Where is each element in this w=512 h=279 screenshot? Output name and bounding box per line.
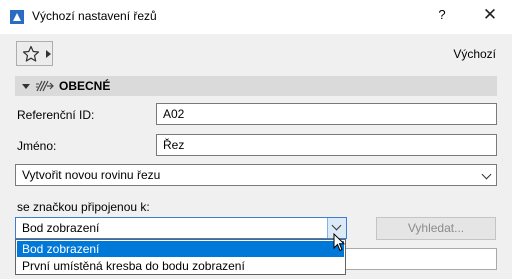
marker-label: se značkou připojenou k: [17,200,150,214]
hidden-field [344,248,497,270]
dropdown-list[interactable]: Bod zobrazení První umístěná kresba do b… [15,239,346,275]
name-label: Jméno: [17,139,57,153]
title-bar: Výchozí nastavení řezů ? ✕ [0,0,512,34]
window-title: Výchozí nastavení řezů [32,9,157,23]
section-title: OBECNÉ [59,79,111,93]
star-icon [22,45,40,62]
default-label: Výchozí [453,47,496,61]
ref-id-label: Referenční ID: [17,108,95,122]
chevron-down-icon [331,220,342,231]
help-button[interactable]: ? [432,7,452,27]
section-icon [36,80,54,92]
chevron-down-icon [481,169,492,180]
ref-id-input[interactable]: A02 [156,103,497,125]
mouse-cursor-icon [333,233,345,252]
close-button[interactable]: ✕ [478,5,502,27]
favorites-button[interactable] [16,41,53,66]
section-header-general[interactable]: OBECNÉ [15,76,497,96]
app-icon [10,10,24,24]
dropdown-option[interactable]: Bod zobrazení [17,241,344,257]
favorites-arrow-icon [46,50,51,58]
collapse-triangle-icon[interactable] [22,84,30,89]
marker-combobox[interactable]: Bod zobrazení [15,217,347,239]
plane-select[interactable]: Vytvořit novou rovinu řezu [15,164,497,186]
plane-select-value: Vytvořit novou rovinu řezu [22,168,161,182]
search-button[interactable]: Vyhledat... [376,217,496,240]
name-input[interactable]: Řez [156,134,497,156]
dropdown-option[interactable]: První umístěná kresba do bodu zobrazení [17,258,344,274]
marker-combobox-value: Bod zobrazení [22,221,100,235]
